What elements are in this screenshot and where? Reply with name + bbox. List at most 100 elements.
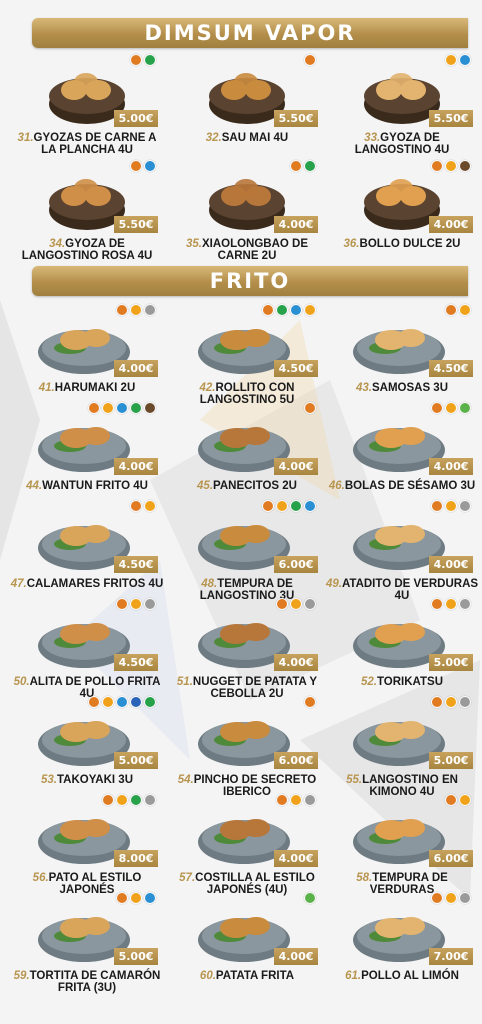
menu-item[interactable]: 4.00€ 51.NUGGET DE PATATA Y CEBOLLA 2U <box>170 596 324 700</box>
soy-icon <box>304 160 316 172</box>
item-name: GYOZAS DE CARNE A LA PLANCHA 4U <box>33 132 157 156</box>
item-name: TORIKATSU <box>376 676 444 688</box>
egg-icon <box>290 598 302 610</box>
gluten-icon <box>431 160 443 172</box>
menu-item[interactable]: 4.50€ 47.CALAMARES FRITOS 4U <box>10 498 164 602</box>
gluten-icon <box>431 696 443 708</box>
menu-item[interactable]: 5.50€ 34.GYOZA DE LANGOSTINO ROSA 4U <box>10 158 164 262</box>
price-tag: 5.00€ <box>429 654 473 671</box>
menu-item[interactable]: 6.00€ 58.TEMPURA DE VERDURAS <box>325 792 479 896</box>
crust-icon <box>304 500 316 512</box>
item-number: 36. <box>343 238 360 250</box>
egg-icon <box>445 402 457 414</box>
item-label: 61.POLLO AL LIMÓN <box>325 970 479 982</box>
menu-item[interactable]: 8.00€ 56.PATO AL ESTILO JAPONÉS <box>10 792 164 896</box>
allergen-icons <box>304 402 316 414</box>
soy-icon <box>144 696 156 708</box>
sesame-icon <box>144 304 156 316</box>
item-label: 36.BOLLO DULCE 2U <box>325 238 479 250</box>
menu-item[interactable]: 7.00€ 61.POLLO AL LIMÓN <box>325 890 479 994</box>
item-number: 33. <box>364 132 381 144</box>
item-name: PATATA FRITA <box>215 970 295 982</box>
price-tag: 7.00€ <box>429 948 473 965</box>
item-label: 45.PANECITOS 2U <box>170 480 324 492</box>
item-number: 47. <box>10 578 27 590</box>
item-name: PANECITOS 2U <box>213 480 297 492</box>
allergen-icons <box>304 696 316 708</box>
egg-icon <box>459 794 471 806</box>
item-label: 32.SAU MAI 4U <box>170 132 324 144</box>
gluten-icon <box>304 54 316 66</box>
price-tag: 4.00€ <box>274 654 318 671</box>
sesame-icon <box>459 696 471 708</box>
item-name: HARUMAKI 2U <box>54 382 136 394</box>
allergen-icons <box>116 304 156 316</box>
menu-item[interactable]: 4.00€ 41.HARUMAKI 2U <box>10 302 164 406</box>
gluten-icon <box>88 696 100 708</box>
menu-item[interactable]: 5.00€ 52.TORIKATSU <box>325 596 479 700</box>
gluten-icon <box>431 892 443 904</box>
gluten-icon <box>290 160 302 172</box>
menu-item[interactable]: 4.00€ 45.PANECITOS 2U <box>170 400 324 504</box>
menu-item[interactable]: 6.00€ 54.PINCHO DE SECRETO IBERICO <box>170 694 324 798</box>
item-number: 49. <box>325 578 342 590</box>
item-name: TAKOYAKI 3U <box>56 774 134 786</box>
item-number: 31. <box>17 132 34 144</box>
menu-item[interactable]: 4.00€ 35.XIAOLONGBAO DE CARNE 2U <box>170 158 324 262</box>
gluten-icon <box>276 598 288 610</box>
menu-item[interactable]: 4.50€ 43.SAMOSAS 3U <box>325 302 479 406</box>
item-number: 55. <box>346 774 363 786</box>
menu-item[interactable]: 4.50€ 50.ALITA DE POLLO FRITA 4U <box>10 596 164 700</box>
price-tag: 4.00€ <box>114 360 158 377</box>
item-number: 32. <box>205 132 222 144</box>
sesame-icon <box>459 892 471 904</box>
item-name: SAMOSAS 3U <box>371 382 449 394</box>
allergen-icons <box>88 402 156 414</box>
egg-icon <box>445 696 457 708</box>
menu-item[interactable]: 5.00€ 53.TAKOYAKI 3U <box>10 694 164 798</box>
section-title: FRITO <box>209 269 291 293</box>
egg-icon <box>116 794 128 806</box>
item-name: POLLO AL LIMÓN <box>361 970 459 982</box>
menu-item[interactable]: 4.00€ 46.BOLAS DE SÉSAMO 3U <box>325 400 479 504</box>
item-label: 41.HARUMAKI 2U <box>10 382 164 394</box>
menu-item[interactable]: 5.00€ 59.TORTITA DE CAMARÓN FRITA (3U) <box>10 890 164 994</box>
price-tag: 5.50€ <box>274 110 318 127</box>
menu-item[interactable]: 6.00€ 48.TEMPURA DE LANGOSTINO 3U <box>170 498 324 602</box>
menu-item[interactable]: 5.50€ 32.SAU MAI 4U <box>170 52 324 156</box>
item-label: 46.BOLAS DE SÉSAMO 3U <box>325 480 479 492</box>
allergen-icons <box>431 160 471 172</box>
menu-item[interactable]: 4.00€ 49.ATADITO DE VERDURAS 4U <box>325 498 479 602</box>
item-number: 53. <box>40 774 57 786</box>
price-tag: 4.00€ <box>429 216 473 233</box>
menu-item[interactable]: 4.00€ 44.WANTUN FRITO 4U <box>10 400 164 504</box>
menu-item[interactable]: 4.00€ 36.BOLLO DULCE 2U <box>325 158 479 262</box>
item-name: TORTITA DE CAMARÓN FRITA (3U) <box>29 970 161 994</box>
menu-item[interactable]: 4.50€ 42.ROLLITO CON LANGOSTINO 5U <box>170 302 324 406</box>
item-name: SAU MAI 4U <box>221 132 289 144</box>
allergen-icons <box>130 500 156 512</box>
egg-icon <box>445 598 457 610</box>
price-tag: 5.50€ <box>114 216 158 233</box>
item-number: 51. <box>176 676 193 688</box>
item-label: 34.GYOZA DE LANGOSTINO ROSA 4U <box>10 238 164 262</box>
price-tag: 6.00€ <box>274 556 318 573</box>
item-number: 61. <box>345 970 362 982</box>
sesame-icon <box>459 598 471 610</box>
sesame-icon <box>304 598 316 610</box>
soy-icon <box>290 500 302 512</box>
item-number: 52. <box>360 676 377 688</box>
price-tag: 8.00€ <box>114 850 158 867</box>
egg-icon <box>102 696 114 708</box>
gluten-icon <box>102 794 114 806</box>
menu-item[interactable]: 5.50€ 33.GYOZA DE LANGOSTINO 4U <box>325 52 479 156</box>
menu-item[interactable]: 4.00€ 60.PATATA FRITA <box>170 890 324 994</box>
item-number: 44. <box>26 480 43 492</box>
gluten-icon <box>116 598 128 610</box>
menu-item[interactable]: 5.00€ 31.GYOZAS DE CARNE A LA PLANCHA 4U <box>10 52 164 156</box>
menu-item[interactable]: 4.00€ 57.COSTILLA AL ESTILO JAPONÉS (4U) <box>170 792 324 896</box>
menu-item[interactable]: 5.00€ 55.LANGOSTINO EN KIMONO 4U <box>325 694 479 798</box>
item-number: 54. <box>177 774 194 786</box>
allergen-icons <box>290 160 316 172</box>
price-tag: 5.00€ <box>114 110 158 127</box>
